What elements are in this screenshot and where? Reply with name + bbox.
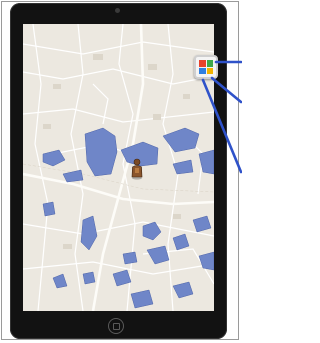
grid-tile-yellow — [206, 67, 213, 74]
grid-tile-green — [206, 60, 213, 67]
app-grid-icon — [199, 60, 213, 74]
grid-tile-red — [199, 60, 206, 67]
tablet-device — [10, 3, 227, 339]
home-button[interactable] — [108, 318, 124, 334]
camera-dot — [115, 8, 120, 13]
app-grid-button[interactable] — [194, 55, 218, 79]
map-view[interactable] — [23, 24, 214, 311]
grid-tile-blue — [199, 67, 206, 74]
map-canvas[interactable] — [23, 24, 214, 311]
